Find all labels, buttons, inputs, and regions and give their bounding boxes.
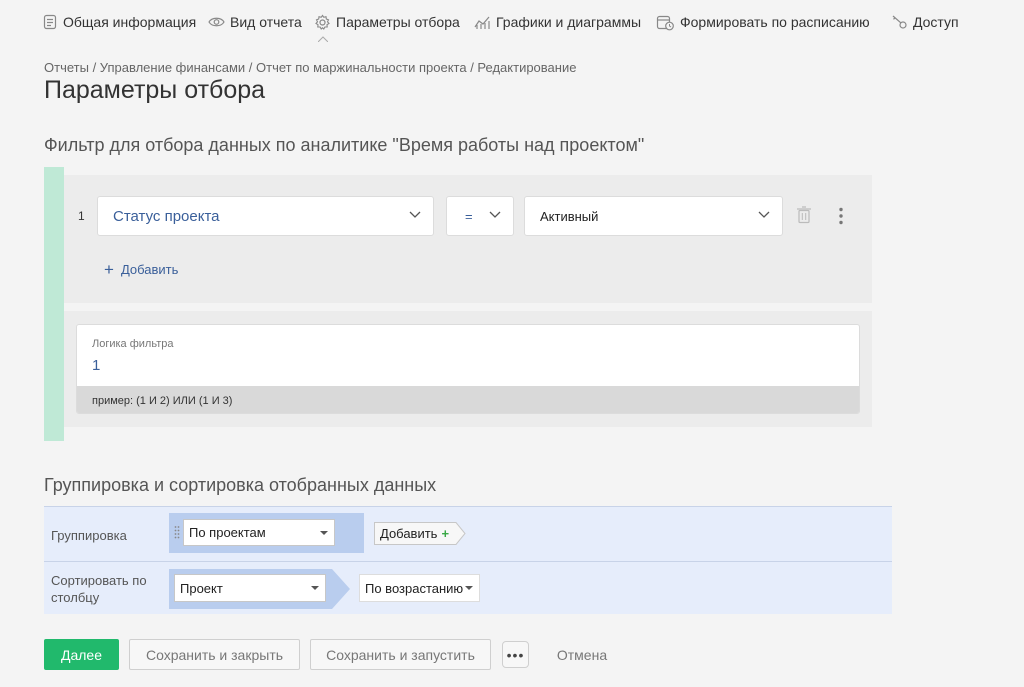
tab-charts[interactable]: Графики и диаграммы [474,13,641,31]
plus-icon: + [441,526,450,541]
tab-access[interactable]: Доступ [891,13,959,31]
tab-label: Вид отчета [230,14,302,30]
tab-label: Графики и диаграммы [496,14,642,30]
grouping-label: Группировка [51,528,127,543]
sort-label-line: столбцу [51,590,100,605]
top-navigation: Общая информация Вид отчета Параметры от… [0,0,1024,44]
tab-label: Общая информация [63,14,197,30]
dropdown-arrow-icon [465,586,473,590]
sort-order-value: По возрастанию [365,580,464,596]
filter-logic-field[interactable]: Логика фильтра 1 пример: (1 И 2) ИЛИ (1 … [76,324,860,414]
save-close-button[interactable]: Сохранить и закрыть [129,639,300,670]
tab-label: Параметры отбора [336,14,460,30]
filter-field-select[interactable]: Статус проекта [97,196,434,236]
chevron-down-icon [409,211,421,218]
breadcrumb-separator: / [248,60,257,75]
filter-conditions-panel [64,175,872,303]
plus-icon: + [104,259,114,279]
more-options-button[interactable]: ••• [502,641,529,668]
gear-icon [315,14,330,30]
breadcrumb-item-reports[interactable]: Отчеты [44,60,89,75]
document-icon [43,14,57,30]
trash-icon[interactable] [796,206,812,224]
breadcrumb-item-report[interactable]: Отчет по маржинальности проекта [256,60,467,75]
filter-accent-bar [44,167,64,441]
filter-logic-label: Логика фильтра [92,338,174,350]
grouping-row-divider [44,561,892,562]
calendar-clock-icon [656,15,674,30]
filter-operator-value: = [465,208,473,224]
kebab-menu-icon[interactable] [836,207,846,225]
filter-logic-input[interactable]: 1 [92,357,100,374]
breadcrumb: Отчеты / Управление финансами / Отчет по… [44,60,576,75]
breadcrumb-item-editing: Редактирование [477,60,577,75]
cancel-button[interactable]: Отмена [550,639,614,670]
chart-icon [474,16,490,29]
sort-order-select[interactable]: По возрастанию [359,574,480,602]
drag-handle-icon[interactable] [174,525,180,539]
filter-value-text: Активный [540,208,599,224]
filter-field-value: Статус проекта [113,207,220,225]
chevron-down-icon [489,211,501,218]
add-grouping-button[interactable]: Добавить + [374,522,466,545]
breadcrumb-separator: / [92,60,100,75]
add-condition-label: Добавить [120,262,179,277]
tab-label: Формировать по расписанию [680,14,870,30]
next-button[interactable]: Далее [44,639,119,670]
sort-label: Сортировать по столбцу [51,572,147,606]
sort-column-select[interactable]: Проект [174,574,326,602]
sort-column-value: Проект [180,580,223,596]
grouping-section-title: Группировка и сортировка отобранных данн… [44,475,437,495]
filter-value-select[interactable]: Активный [524,196,783,236]
chevron-down-icon [758,211,770,218]
save-run-button[interactable]: Сохранить и запустить [310,639,491,670]
grouping-select[interactable]: По проектам [183,519,335,546]
filter-section-title: Фильтр для отбора данных по аналитике "В… [44,135,645,155]
page-title: Параметры отбора [44,76,266,104]
filter-row-number: 1 [78,209,85,223]
sort-label-line: Сортировать по [51,573,147,588]
filter-logic-hint: пример: (1 И 2) ИЛИ (1 И 3) [77,386,859,413]
key-icon [892,15,907,29]
dropdown-arrow-icon [320,531,328,535]
tab-report-view[interactable]: Вид отчета [208,13,302,31]
eye-icon [208,17,225,27]
breadcrumb-item-finance[interactable]: Управление финансами [100,60,245,75]
tab-schedule[interactable]: Формировать по расписанию [656,13,870,31]
add-condition-link[interactable]: + Добавить [104,259,179,279]
grouping-select-value: По проектам [189,525,266,540]
tab-general-info[interactable]: Общая информация [42,13,196,31]
tab-label: Доступ [913,14,959,30]
dropdown-arrow-icon [311,586,319,590]
active-tab-caret-icon [318,36,328,42]
filter-operator-select[interactable]: = [446,196,514,236]
add-grouping-label: Добавить [380,526,438,541]
tab-filter-params[interactable]: Параметры отбора [314,13,460,31]
